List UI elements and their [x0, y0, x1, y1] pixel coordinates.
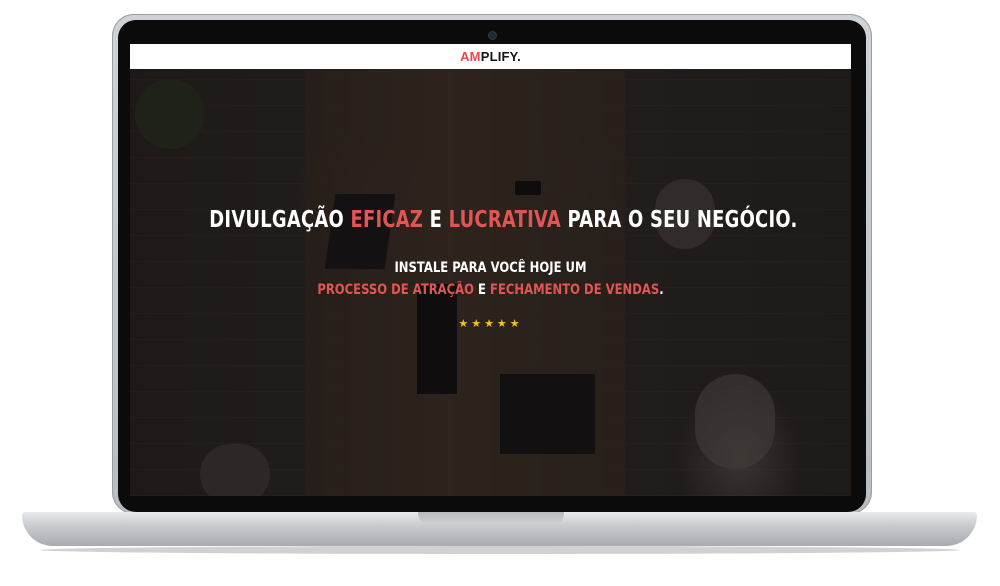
subheadline-highlight: PROCESSO DE ATRAÇÃO — [317, 282, 475, 298]
hero-headline: DIVULGAÇÃO EFICAZ E LUCRATIVA PARA O SEU… — [209, 207, 797, 233]
laptop-mockup: AMPLIFY. DIVULGAÇÃO EFICAZ E LUCRATIVA P… — [0, 0, 1000, 586]
rating-stars-icon: ★★★★★ — [458, 317, 523, 330]
subheadline-text: . — [659, 282, 664, 298]
hero-subheadline-line2: PROCESSO DE ATRAÇÃO E FECHAMENTO DE VEND… — [202, 282, 779, 298]
headline-highlight: LUCRATIVA — [448, 207, 562, 233]
brand-logo-rest: PLIFY. — [480, 49, 521, 64]
subheadline-highlight: FECHAMENTO DE VENDAS — [490, 282, 660, 298]
headline-text: DIVULGAÇÃO — [209, 207, 351, 233]
headline-highlight: EFICAZ — [350, 207, 424, 233]
laptop-screen: AMPLIFY. DIVULGAÇÃO EFICAZ E LUCRATIVA P… — [130, 44, 851, 496]
headline-text: E — [423, 207, 449, 233]
site-header: AMPLIFY. — [130, 44, 851, 69]
headline-text: PARA O SEU NEGÓCIO. — [561, 207, 798, 233]
hero-section: DIVULGAÇÃO EFICAZ E LUCRATIVA PARA O SEU… — [130, 69, 851, 496]
hero-subheadline-line1: INSTALE PARA VOCÊ HOJE UM — [394, 260, 587, 276]
subheadline-text: E — [474, 282, 491, 298]
camera-icon — [489, 32, 496, 39]
laptop-notch — [418, 512, 564, 524]
brand-logo[interactable]: AMPLIFY. — [460, 49, 521, 64]
brand-logo-accent: AM — [460, 49, 481, 64]
laptop-shadow — [40, 546, 960, 554]
